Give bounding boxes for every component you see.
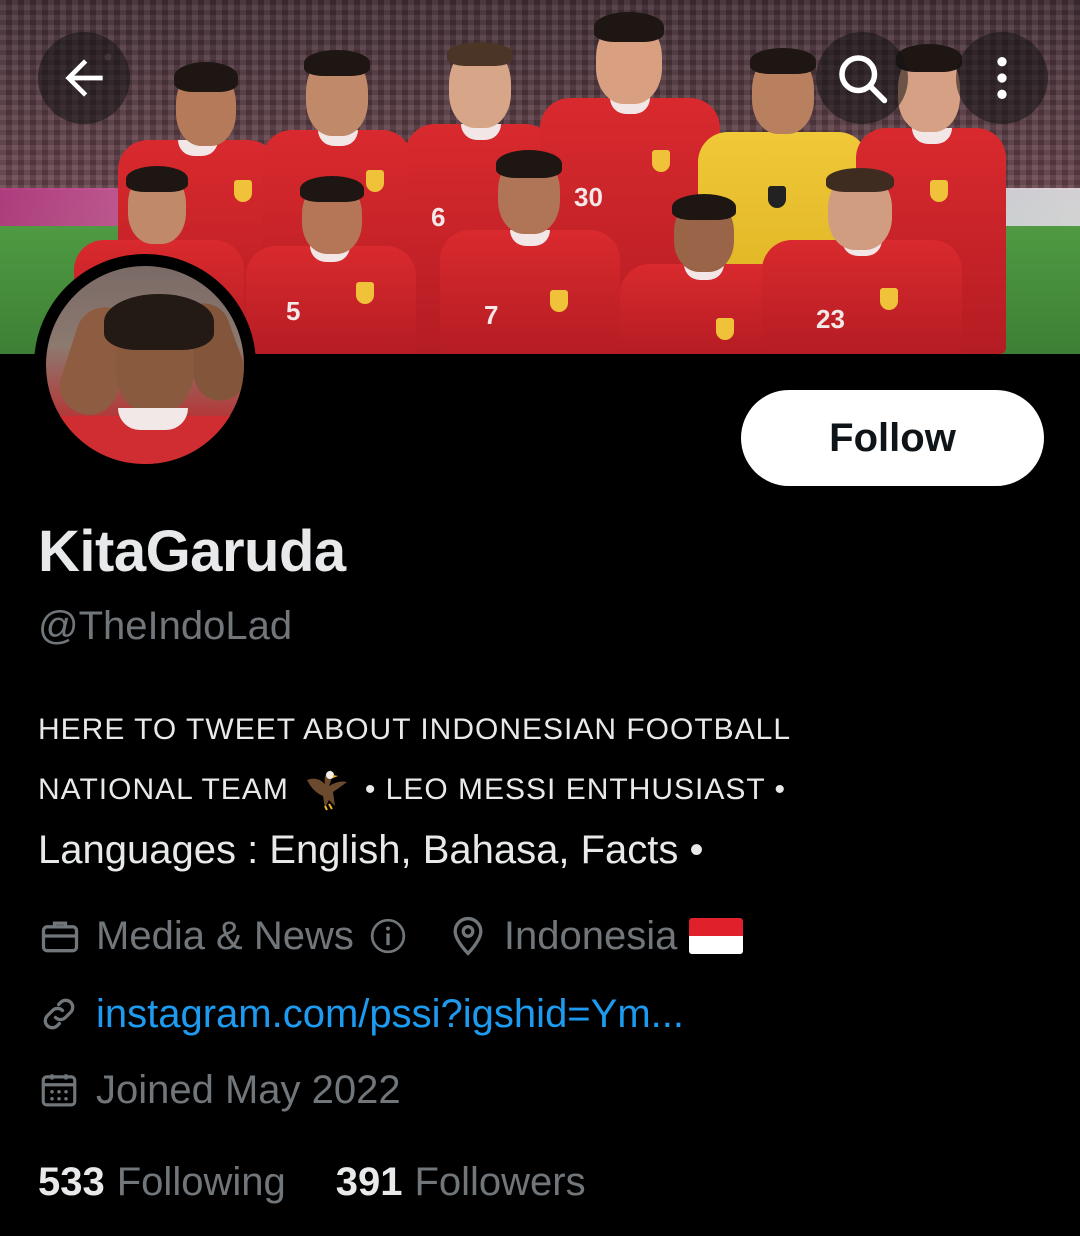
followers-count: 391	[335, 1160, 403, 1204]
joined-date: Joined May 2022	[96, 1067, 401, 1112]
avatar-image	[46, 266, 244, 464]
follow-stats: 533 Following 391 Followers	[38, 1160, 586, 1205]
indonesia-flag-icon	[689, 918, 744, 954]
bio-line: HERE TO TWEET ABOUT INDONESIAN FOOTBALL	[38, 713, 792, 746]
bio-text: • LEO MESSI ENTHUSIAST •	[364, 773, 787, 806]
professional-category: Media & News	[96, 913, 354, 958]
profile-meta-website: instagram.com/pssi?igshid=Ym...	[38, 984, 684, 1044]
website-link[interactable]: instagram.com/pssi?igshid=Ym...	[96, 992, 684, 1037]
link-icon	[43, 998, 75, 1030]
user-handle: @TheIndoLad	[38, 604, 293, 648]
bio-line: NATIONAL TEAM • LEO MESSI ENTHUSIAST •	[38, 760, 1048, 820]
following-link[interactable]: 533 Following	[38, 1160, 286, 1205]
profile-bio: HERE TO TWEET ABOUT INDONESIAN FOOTBALL …	[38, 700, 1048, 880]
profile-meta-category-location: Media & News Indonesia	[38, 906, 744, 966]
following-label: Following	[116, 1160, 286, 1204]
banner-player: 7	[440, 150, 620, 354]
location-text: Indonesia	[503, 913, 678, 958]
bio-line: Languages : English, Bahasa, Facts •	[38, 827, 704, 872]
info-icon[interactable]	[368, 916, 408, 956]
banner-player: 5	[246, 176, 416, 354]
search-icon	[839, 55, 888, 104]
followers-label: Followers	[414, 1160, 586, 1204]
calendar-icon	[41, 1074, 77, 1107]
arrow-left-icon	[65, 59, 103, 97]
following-count: 533	[38, 1160, 105, 1204]
banner-player: 23	[762, 168, 962, 354]
follow-button[interactable]: Follow	[741, 390, 1044, 486]
display-name: KitaGaruda	[38, 519, 346, 584]
bio-text: NATIONAL TEAM	[38, 773, 289, 806]
search-button[interactable]	[816, 32, 908, 124]
more-options-button[interactable]	[956, 32, 1048, 124]
eagle-emoji-icon	[306, 770, 347, 811]
briefcase-icon	[41, 921, 79, 953]
profile-meta-joined: Joined May 2022	[38, 1060, 401, 1120]
followers-link[interactable]: 391 Followers	[336, 1160, 586, 1205]
location-pin-icon	[453, 916, 483, 956]
more-vertical-icon	[997, 57, 1007, 99]
profile-avatar[interactable]	[34, 254, 256, 476]
back-button[interactable]	[38, 32, 130, 124]
